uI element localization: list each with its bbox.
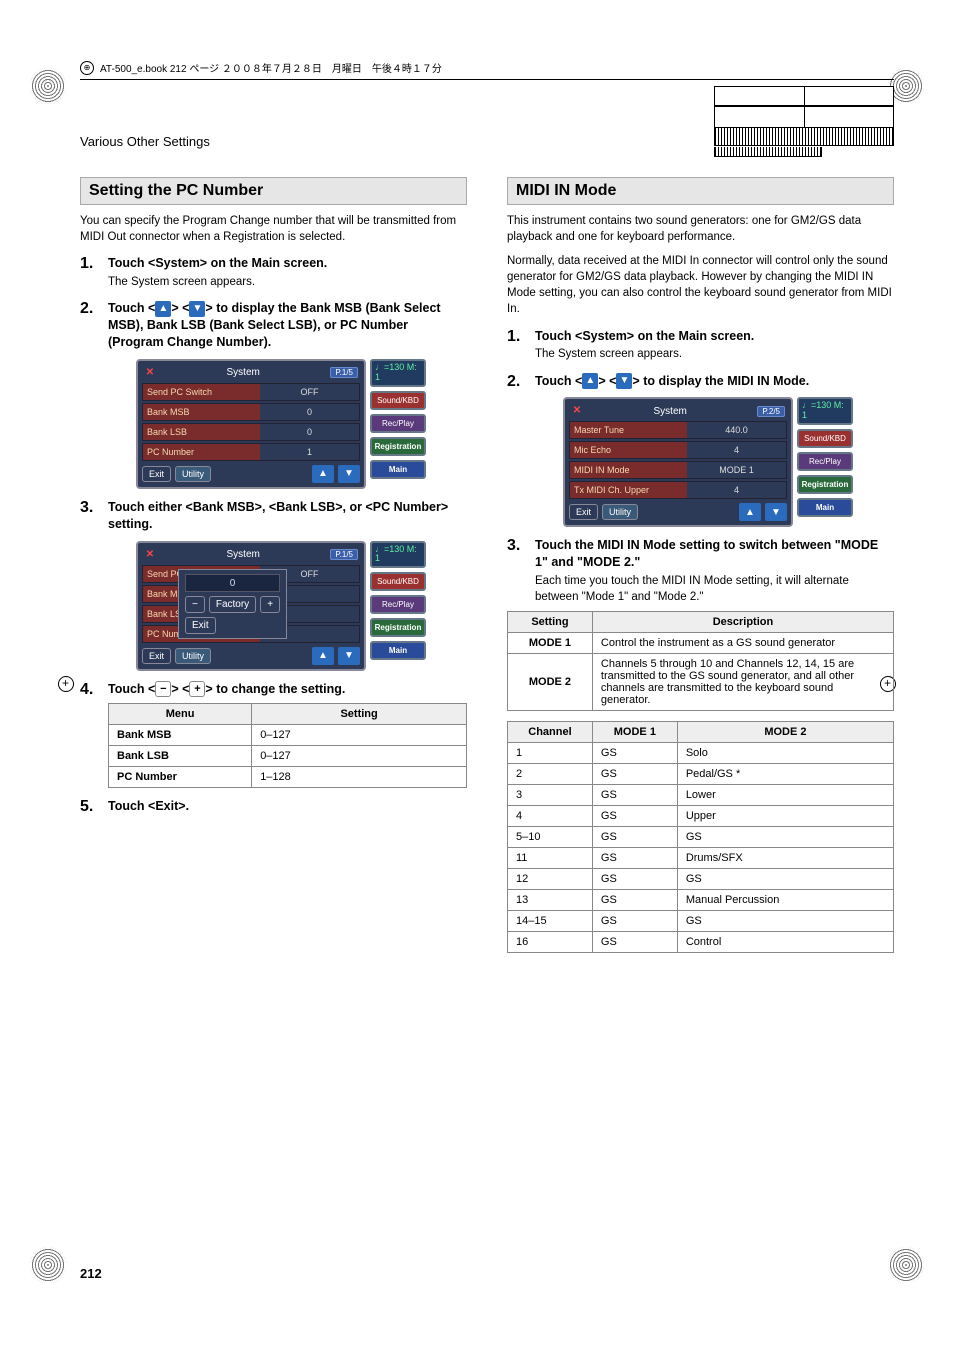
ssr-side-0: Sound/KBD bbox=[797, 429, 853, 448]
right-step1-body: The System screen appears. bbox=[535, 346, 894, 362]
registration-mark-left bbox=[58, 676, 74, 692]
down-arrow-icon: ▼ bbox=[765, 503, 787, 521]
ssr-row-1: Mic Echo4 bbox=[569, 441, 787, 459]
book-header-line: ⊕ AT-500_e.book 212 ページ ２００８年７月２８日 月曜日 午… bbox=[80, 60, 894, 75]
ss1-utility-button: Utility bbox=[175, 466, 211, 482]
ss1-row-0: Send PC SwitchOFF bbox=[142, 383, 360, 401]
ss1-page-badge: P.1/5 bbox=[330, 367, 358, 378]
ss1-title: System bbox=[227, 367, 260, 378]
ss2-exit-button: Exit bbox=[142, 648, 171, 664]
ssr-row-3: Tx MIDI Ch. Upper4 bbox=[569, 481, 787, 499]
up-arrow-icon: ▲ bbox=[739, 503, 761, 521]
up-arrow-icon: ▲ bbox=[312, 647, 334, 665]
ssr-tempo: ♩=130 M: 1 bbox=[797, 397, 853, 425]
left-step5-title: Touch <Exit>. bbox=[108, 798, 467, 815]
plus-button-icon: + bbox=[189, 681, 205, 697]
ssr-row-2: MIDI IN ModeMODE 1 bbox=[569, 461, 787, 479]
right-step3-title: Touch the MIDI IN Mode setting to switch… bbox=[535, 537, 894, 571]
ssr-side-3: Main bbox=[797, 498, 853, 517]
left-step2-title: Touch <▲> <▼> to display the Bank MSB (B… bbox=[108, 300, 467, 351]
ss2-popup: 0 − Factory + Exit bbox=[178, 569, 287, 639]
right-step2-a: Touch < bbox=[535, 374, 582, 388]
ssr-exit-button: Exit bbox=[569, 504, 598, 520]
ss1-side-1: Rec/Play bbox=[370, 414, 426, 433]
right-step2-b: > < bbox=[598, 374, 616, 388]
right-intro1: This instrument contains two sound gener… bbox=[507, 213, 894, 245]
ornament-top-left bbox=[30, 68, 66, 104]
ss2-popup-plus: + bbox=[260, 596, 280, 613]
left-step4-b: > < bbox=[171, 682, 189, 696]
right-step2-title: Touch <▲> <▼> to display the MIDI IN Mod… bbox=[535, 373, 894, 390]
menu-setting-table: MenuSetting Bank MSB0–127 Bank LSB0–127 … bbox=[108, 703, 467, 788]
ss2-popup-value: 0 bbox=[185, 574, 280, 592]
left-step1-body: The System screen appears. bbox=[108, 274, 467, 290]
right-intro2: Normally, data received at the MIDI In c… bbox=[507, 253, 894, 317]
ss2-popup-minus: − bbox=[185, 596, 205, 613]
up-arrow-icon: ▲ bbox=[155, 301, 171, 317]
right-heading: MIDI IN Mode bbox=[507, 177, 894, 205]
left-step1-title: Touch <System> on the Main screen. bbox=[108, 255, 467, 272]
ssr-side-1: Rec/Play bbox=[797, 452, 853, 471]
ornament-bottom-left bbox=[30, 1247, 66, 1283]
left-step4-title: Touch <−> <+> to change the setting. bbox=[108, 681, 467, 698]
ssr-row-0: Master Tune440.0 bbox=[569, 421, 787, 439]
left-step2-a: Touch < bbox=[108, 301, 155, 315]
ss2-tempo: ♩=130 M: 1 bbox=[370, 541, 426, 569]
ss1-exit-button: Exit bbox=[142, 466, 171, 482]
book-header-text: AT-500_e.book 212 ページ ２００８年７月２８日 月曜日 午後４… bbox=[100, 60, 442, 75]
left-step2-b: > < bbox=[171, 301, 189, 315]
ss1-row-3: PC Number1 bbox=[142, 443, 360, 461]
ss2-popup-factory: Factory bbox=[209, 596, 256, 613]
ssr-side-2: Registration bbox=[797, 475, 853, 494]
ss2-side-2: Registration bbox=[370, 618, 426, 637]
up-arrow-icon: ▲ bbox=[582, 373, 598, 389]
ss2-side-1: Rec/Play bbox=[370, 595, 426, 614]
ssr-title: System bbox=[654, 406, 687, 417]
close-icon: ✕ bbox=[144, 367, 156, 379]
down-arrow-icon: ▼ bbox=[616, 373, 632, 389]
ss2-page-badge: P.1/5 bbox=[330, 549, 358, 560]
ss2-side-0: Sound/KBD bbox=[370, 572, 426, 591]
ss2-title: System bbox=[227, 549, 260, 560]
down-arrow-icon: ▼ bbox=[338, 647, 360, 665]
product-illustration bbox=[714, 86, 894, 157]
ss1-side-3: Main bbox=[370, 460, 426, 479]
ss1-side-0: Sound/KBD bbox=[370, 391, 426, 410]
left-step4-c: > to change the setting. bbox=[205, 682, 345, 696]
left-step4-a: Touch < bbox=[108, 682, 155, 696]
close-icon: ✕ bbox=[144, 549, 156, 561]
registration-icon: ⊕ bbox=[80, 61, 94, 75]
ss2-side-3: Main bbox=[370, 641, 426, 660]
right-step2-c: > to display the MIDI IN Mode. bbox=[632, 374, 809, 388]
left-screenshot-2: ✕ System P.1/5 Send PC SwitchOFF Bank MS… bbox=[136, 541, 426, 671]
down-arrow-icon: ▼ bbox=[189, 301, 205, 317]
ss1-tempo: ♩=130 M: 1 bbox=[370, 359, 426, 387]
right-step1-title: Touch <System> on the Main screen. bbox=[535, 328, 894, 345]
channel-table: Channel MODE 1 MODE 2 1GSSolo 2GSPedal/G… bbox=[507, 721, 894, 953]
ss1-side-2: Registration bbox=[370, 437, 426, 456]
left-intro: You can specify the Program Change numbe… bbox=[80, 213, 467, 245]
left-screenshot-1: ✕ System P.1/5 Send PC SwitchOFF Bank MS… bbox=[136, 359, 426, 489]
ssr-utility-button: Utility bbox=[602, 504, 638, 520]
ss2-popup-exit: Exit bbox=[185, 617, 216, 634]
down-arrow-icon: ▼ bbox=[338, 465, 360, 483]
right-step3-body: Each time you touch the MIDI IN Mode set… bbox=[535, 573, 894, 605]
setting-description-table: SettingDescription MODE 1Control the ins… bbox=[507, 611, 894, 711]
close-icon: ✕ bbox=[571, 405, 583, 417]
ss2-utility-button: Utility bbox=[175, 648, 211, 664]
right-screenshot: ✕ System P.2/5 Master Tune440.0 Mic Echo… bbox=[563, 397, 853, 527]
ssr-page-badge: P.2/5 bbox=[757, 406, 785, 417]
left-heading: Setting the PC Number bbox=[80, 177, 467, 205]
header-rule bbox=[80, 79, 894, 80]
left-step3-title: Touch either <Bank MSB>, <Bank LSB>, or … bbox=[108, 499, 467, 533]
ss1-row-1: Bank MSB0 bbox=[142, 403, 360, 421]
up-arrow-icon: ▲ bbox=[312, 465, 334, 483]
page-number: 212 bbox=[80, 1266, 102, 1281]
minus-button-icon: − bbox=[155, 681, 171, 697]
ss1-row-2: Bank LSB0 bbox=[142, 423, 360, 441]
section-title: Various Other Settings bbox=[80, 134, 210, 149]
